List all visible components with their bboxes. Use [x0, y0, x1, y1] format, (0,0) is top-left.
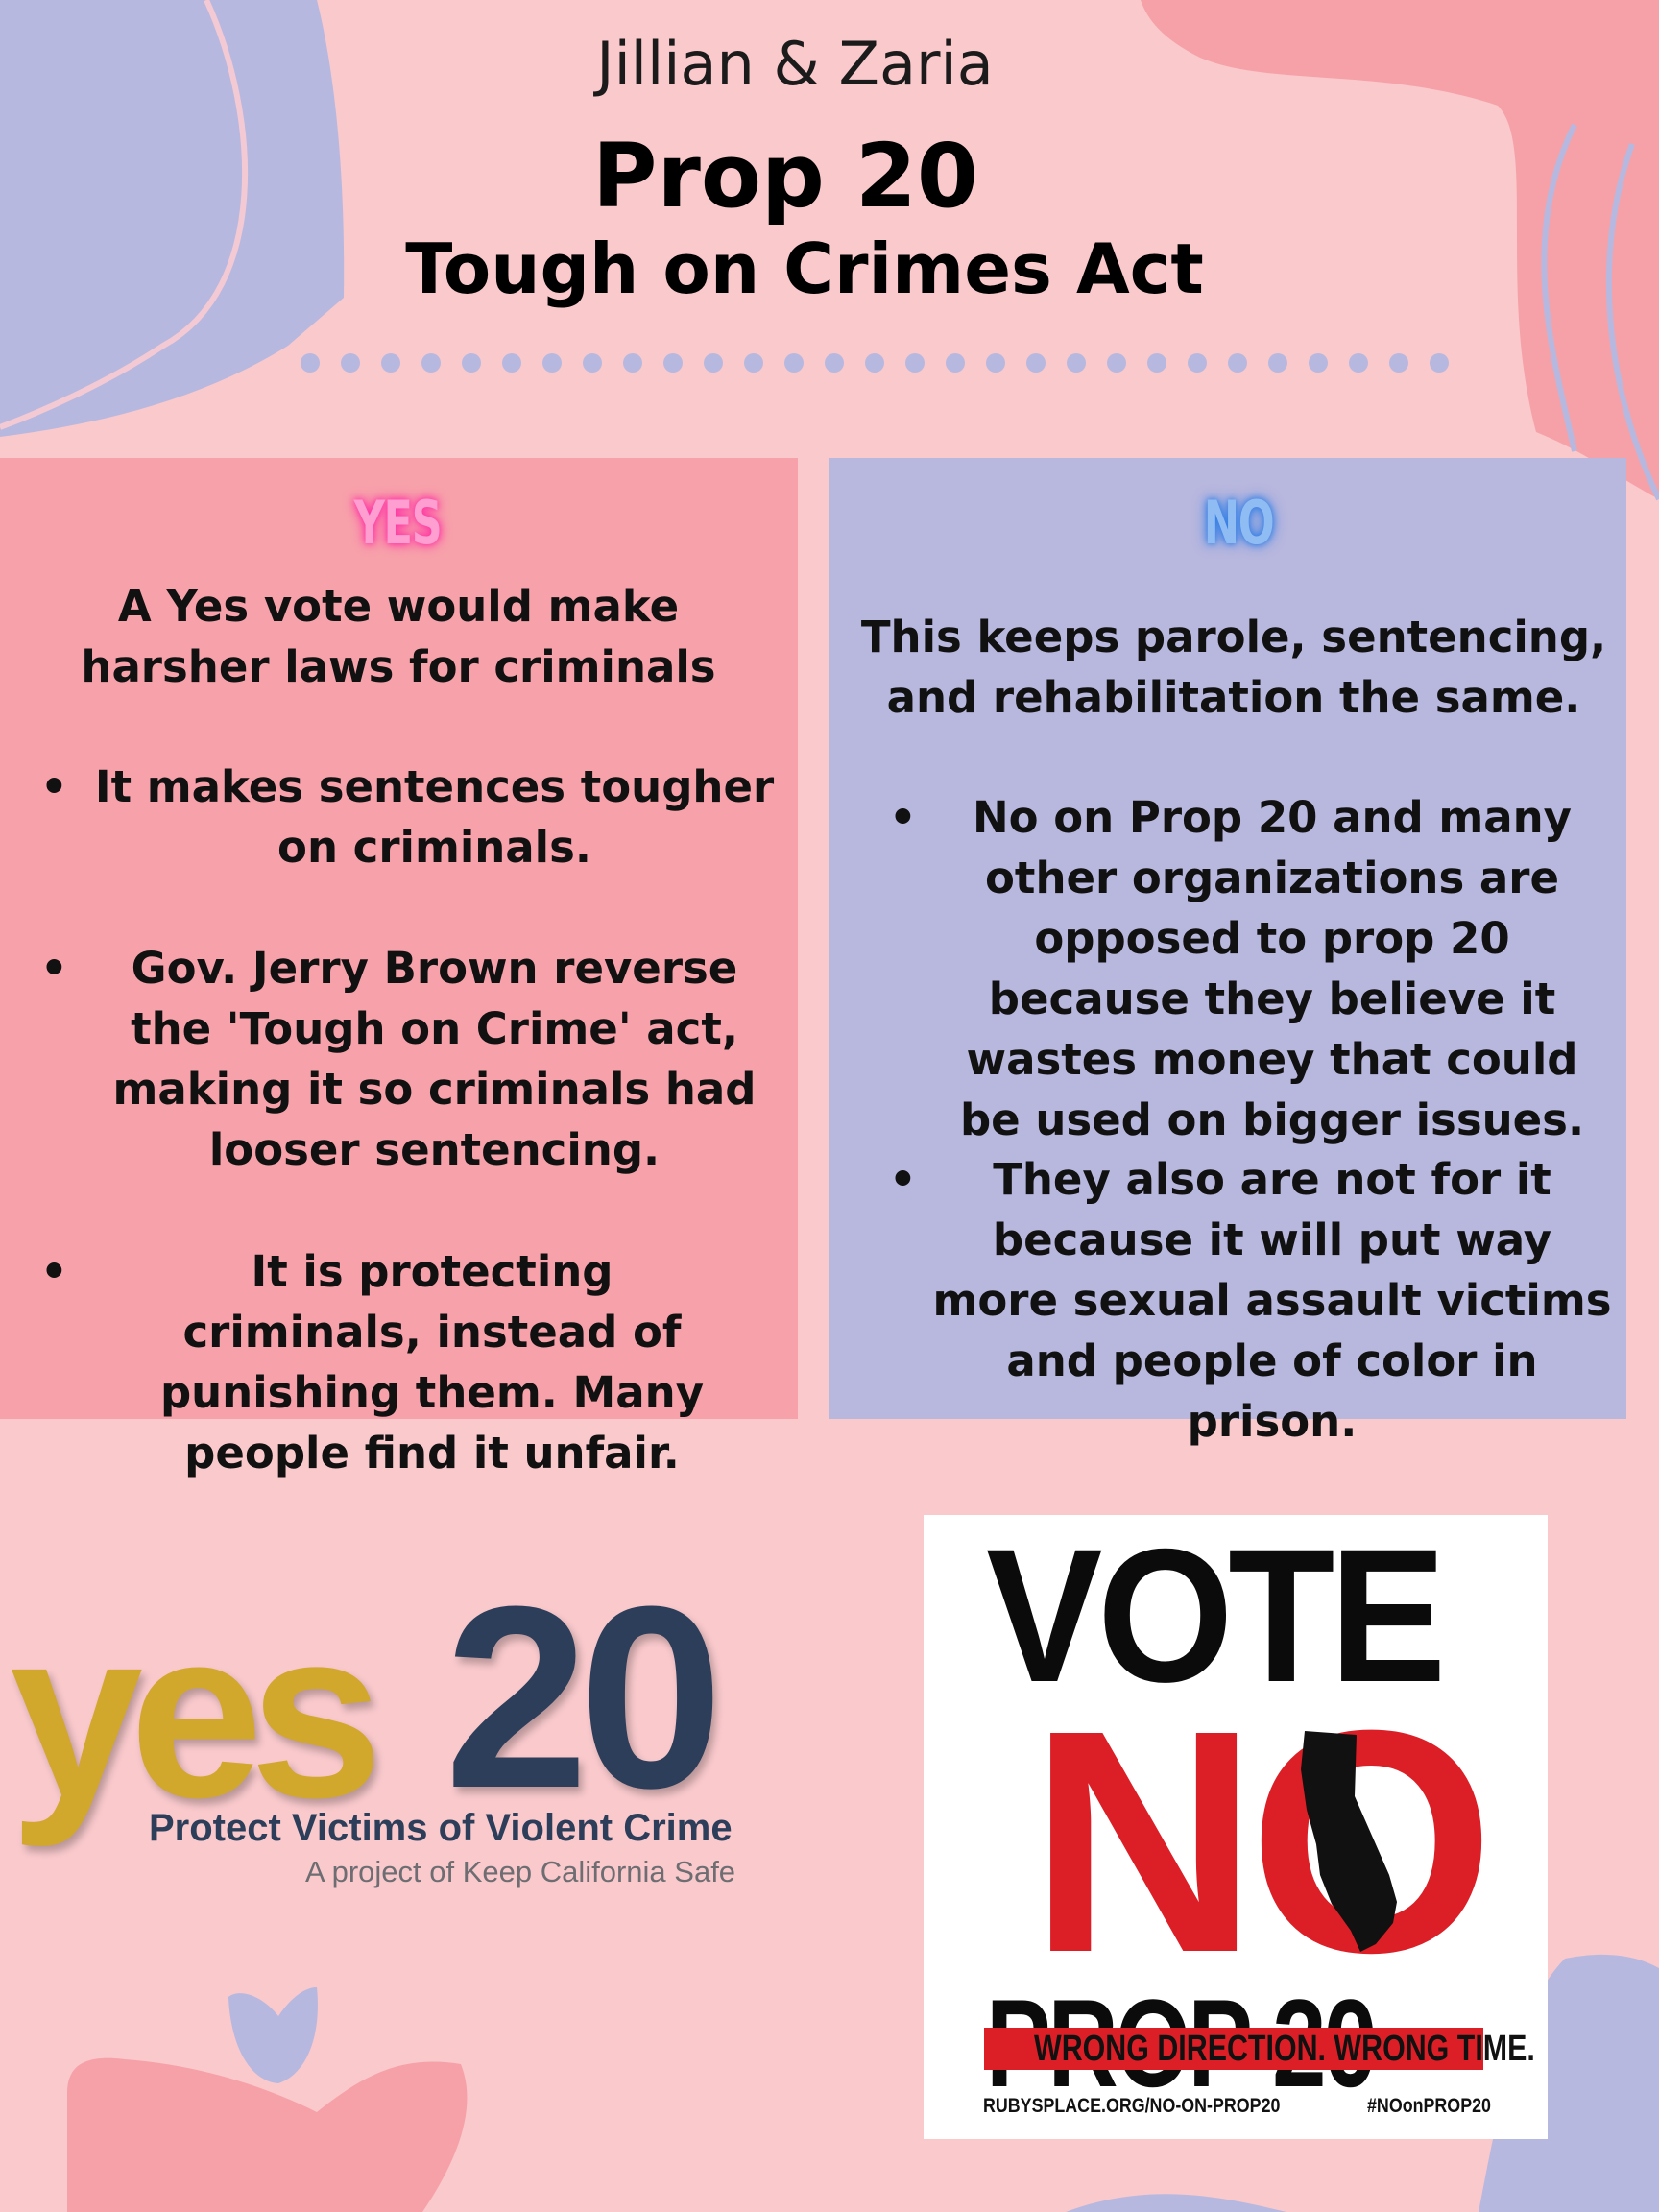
yes20-logo: yes 20 Protect Victims of Violent Crime … — [10, 1569, 826, 1901]
yes-bullet-2: Gov. Jerry Brown reverse the 'Tough on C… — [112, 943, 757, 1175]
page-subtitle: Tough on Crimes Act — [405, 228, 1204, 309]
yes-bullet-1: It makes sentences tougher on criminals. — [94, 761, 775, 873]
yes20-word: yes — [10, 1579, 383, 1847]
no-bullet-1: No on Prop 20 and many other organizatio… — [959, 792, 1585, 1145]
yes20-subtitle: A project of Keep California Safe — [305, 1855, 736, 1888]
yes20-tagline: Protect Victims of Violent Crime — [149, 1807, 733, 1849]
yes-heading: YES — [353, 488, 443, 558]
no-intro: This keeps parole, sentencing, and rehab… — [860, 612, 1607, 723]
sign-hashtag: #NOonPROP20 — [1367, 2095, 1491, 2117]
bullet-dot: • — [40, 1246, 68, 1297]
california-state-icon — [1301, 1731, 1397, 1952]
yes20-number: 20 — [445, 1553, 723, 1842]
bullet-dot: • — [889, 1154, 917, 1205]
sign-url: RUBYSPLACE.ORG/NO-ON-PROP20 — [983, 2095, 1281, 2117]
sign-banner-text: WRONG DIRECTION. WRONG TIME. — [1034, 2029, 1535, 2069]
bullet-dot: • — [40, 943, 68, 994]
bullet-dot: • — [889, 792, 917, 843]
page-title: Prop 20 — [592, 125, 978, 228]
no-text: NO — [1029, 1664, 1495, 2018]
vote-no-sign: VOTE NO PROP 20 WRONG DIRECTION. WRONG T… — [924, 1515, 1548, 2139]
yes-intro: A Yes vote would make harsher laws for c… — [81, 581, 716, 692]
authors: Jillian & Zaria — [596, 29, 994, 99]
bullet-dot: • — [40, 761, 68, 812]
no-heading: NO — [1203, 488, 1275, 558]
yes-bullet-3: It is protecting criminals, instead of p… — [159, 1246, 705, 1479]
sign-banner: WRONG DIRECTION. WRONG TIME. — [984, 2028, 1535, 2070]
no-bullet-2: They also are not for it because it will… — [932, 1154, 1612, 1447]
